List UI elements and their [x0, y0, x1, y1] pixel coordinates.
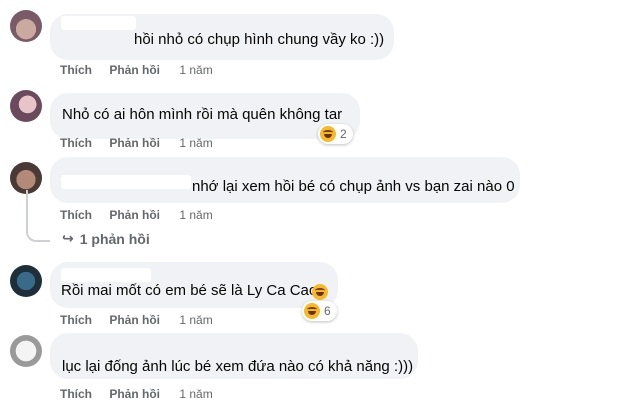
like-button[interactable]: Thích — [60, 63, 92, 77]
comment-timestamp[interactable]: 1 năm — [179, 208, 212, 222]
comment-actions: Thích Phản hồi 1 năm — [60, 63, 227, 77]
comment-text: lục lại đống ảnh lúc bé xem đứa nào có k… — [62, 358, 414, 375]
comment-text: Rồi mai mốt có em bé sẽ là Ly Ca Cao — [61, 282, 318, 299]
comment-bubble: Rồi mai mốt có em bé sẽ là Ly Ca Cao — [50, 262, 338, 308]
comment-bubble: nhớ lại xem hồi bé có chụp ảnh vs bạn za… — [50, 157, 520, 203]
comment-timestamp[interactable]: 1 năm — [179, 136, 212, 150]
reaction-count: 2 — [340, 127, 347, 141]
redacted-author-name — [61, 268, 151, 282]
like-button[interactable]: Thích — [60, 387, 92, 401]
comment-bubble: hồi nhỏ có chụp hình chung vầy ko :)) — [50, 14, 394, 60]
haha-emoji-icon — [304, 303, 320, 319]
avatar[interactable] — [10, 90, 42, 122]
avatar[interactable] — [10, 10, 42, 42]
comment-actions: Thích Phản hồi 1 năm — [60, 208, 227, 222]
reply-button[interactable]: Phản hồi — [109, 136, 160, 150]
reply-button[interactable]: Phản hồi — [109, 313, 160, 327]
replies-count-label: 1 phản hồi — [79, 230, 150, 247]
haha-emoji-icon — [312, 284, 328, 300]
redacted-author-name — [61, 175, 191, 189]
comment-bubble: Nhỏ có ai hôn mình rồi mà quên không tar — [50, 93, 360, 139]
comment-actions: Thích Phản hồi 1 năm — [60, 136, 227, 150]
comment-bubble: lục lại đống ảnh lúc bé xem đứa nào có k… — [50, 333, 418, 379]
like-button[interactable]: Thích — [60, 313, 92, 327]
comment-actions: Thích Phản hồi 1 năm — [60, 387, 227, 401]
comment-timestamp[interactable]: 1 năm — [179, 387, 212, 401]
reply-arrow-icon: ↪ — [62, 230, 74, 246]
view-replies-link[interactable]: ↪ 1 phản hồi — [62, 230, 150, 247]
avatar[interactable] — [10, 265, 42, 297]
avatar[interactable] — [10, 335, 42, 367]
like-button[interactable]: Thích — [60, 136, 92, 150]
comment-actions: Thích Phản hồi 1 năm — [60, 313, 227, 327]
reaction-summary[interactable]: 6 — [302, 301, 337, 321]
haha-emoji-icon — [320, 126, 336, 142]
reaction-count: 6 — [324, 304, 331, 318]
comment-text: Nhỏ có ai hôn mình rồi mà quên không tar — [62, 106, 343, 123]
redacted-author-name — [61, 16, 136, 30]
like-button[interactable]: Thích — [60, 208, 92, 222]
reply-button[interactable]: Phản hồi — [109, 387, 160, 401]
reply-button[interactable]: Phản hồi — [109, 208, 160, 222]
comment-timestamp[interactable]: 1 năm — [179, 63, 212, 77]
reply-button[interactable]: Phản hồi — [109, 63, 160, 77]
comment-text: nhớ lại xem hồi bé có chụp ảnh vs bạn za… — [192, 178, 515, 195]
comment-text: hồi nhỏ có chụp hình chung vầy ko :)) — [134, 31, 385, 48]
thread-connector-line — [26, 190, 50, 242]
comment-timestamp[interactable]: 1 năm — [179, 313, 212, 327]
reaction-summary[interactable]: 2 — [318, 124, 353, 144]
